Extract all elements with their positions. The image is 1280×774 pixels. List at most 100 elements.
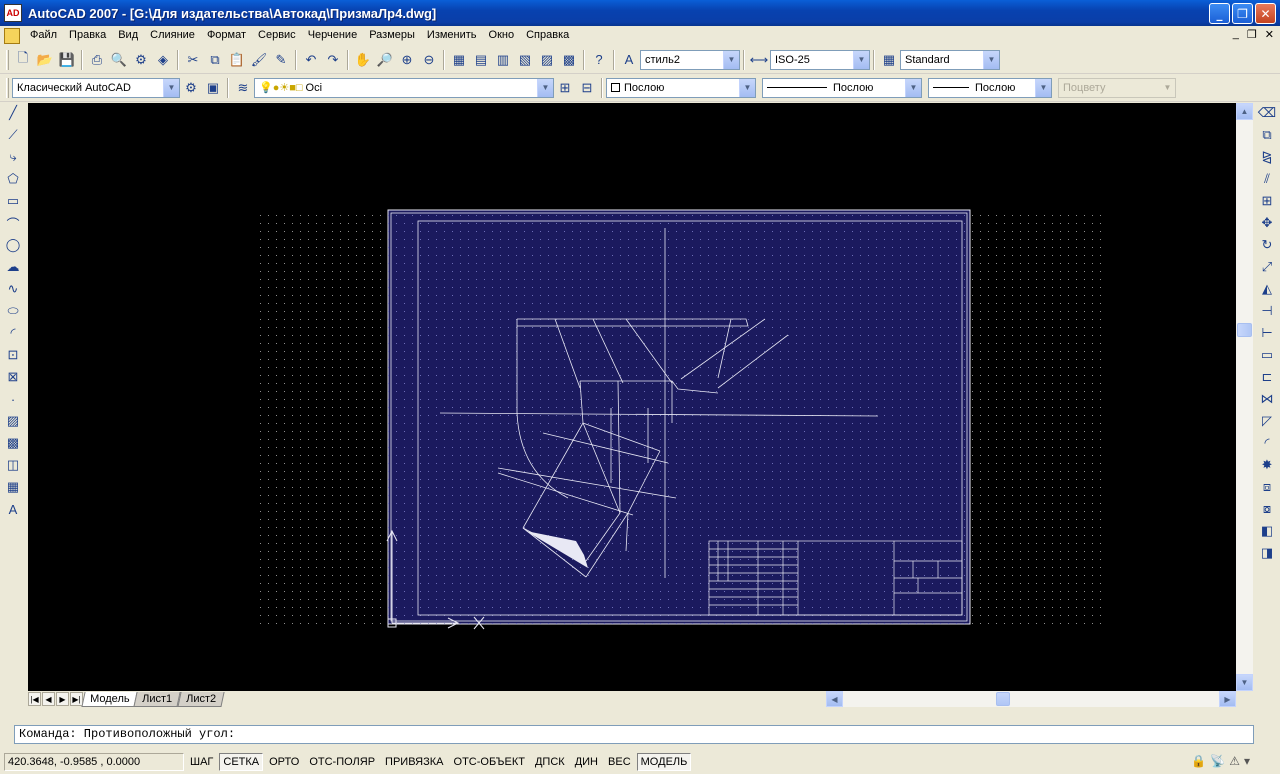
drawing-canvas[interactable] [28,103,1236,691]
ortho-toggle[interactable]: ОРТО [265,753,303,771]
insert-block-icon[interactable]: ⊡ [1,344,25,366]
chevron-down-icon[interactable]: ▼ [1035,78,1051,97]
menu-modify[interactable]: Изменить [421,27,483,44]
my-workspace-icon[interactable]: ▣ [202,77,224,99]
workspace-select[interactable]: Класический AutoCAD ▼ [12,77,180,98]
trim-icon[interactable]: ⊣ [1255,300,1279,322]
save-icon[interactable]: 💾 [56,49,78,71]
cut-icon[interactable]: ✂ [182,49,204,71]
scale-icon[interactable]: ⤢ [1255,256,1279,278]
bring-above-icon[interactable]: ◧ [1255,520,1279,542]
rectangle-icon[interactable]: ▭ [1,190,25,212]
arc-icon[interactable]: ⌒ [1,212,25,234]
lineweight-select[interactable]: Послою ▼ [928,77,1052,98]
point-icon[interactable]: · [1,388,25,410]
communication-center-icon[interactable]: 📡 [1210,754,1225,768]
stretch-icon[interactable]: ◭ [1255,278,1279,300]
table-icon[interactable]: ▦ [1,476,25,498]
chamfer-icon[interactable]: ◸ [1255,410,1279,432]
markup-icon[interactable]: ▨ [536,49,558,71]
3d-dwf-icon[interactable]: ◈ [152,49,174,71]
chevron-down-icon[interactable]: ▼ [905,78,921,97]
tool-palettes-icon[interactable]: ▥ [492,49,514,71]
tab-layout1[interactable]: Лист1 [133,691,182,707]
fillet-icon[interactable]: ◜ [1255,432,1279,454]
spline-icon[interactable]: ∿ [1,278,25,300]
table-style-select[interactable]: Standard ▼ [900,49,1000,70]
minimize-button[interactable]: _ [1209,3,1230,24]
polar-toggle[interactable]: ОТС-ПОЛЯР [305,753,379,771]
layer-properties-icon[interactable]: ≋ [232,77,254,99]
scroll-up-icon[interactable]: ▲ [1236,103,1253,120]
zoom-window-icon[interactable]: ⊕ [396,49,418,71]
model-toggle[interactable]: МОДЕЛЬ [636,753,692,771]
scroll-left-icon[interactable]: ◀ [826,691,843,707]
send-to-back-icon[interactable]: ⧇ [1255,498,1279,520]
first-tab-icon[interactable]: |◀ [28,692,41,706]
tab-layout2[interactable]: Лист2 [176,691,225,707]
text-style-select[interactable]: стиль2 ▼ [640,49,740,70]
circle-icon[interactable]: ◯ [1,234,25,256]
open-icon[interactable]: 📂 [34,49,56,71]
osnap-toggle[interactable]: ПРИВЯЗКА [381,753,447,771]
match-properties-icon[interactable]: 🖌 [248,49,270,71]
doc-close-icon[interactable]: ✕ [1265,28,1274,41]
drawing-svg[interactable] [28,103,1236,691]
gradient-icon[interactable]: ▩ [1,432,25,454]
lineweight-toggle[interactable]: ВЕС [604,753,635,771]
zoom-realtime-icon[interactable]: 🔎 [374,49,396,71]
prev-tab-icon[interactable]: ◀ [42,692,55,706]
next-tab-icon[interactable]: ▶ [56,692,69,706]
layer-select[interactable]: 💡●☀■□ Oci ▼ [254,77,554,98]
ducs-toggle[interactable]: ДПСК [531,753,569,771]
copy-object-icon[interactable]: ⧉ [1255,124,1279,146]
grid-toggle[interactable]: СЕТКА [219,753,264,771]
autocad-app-icon[interactable]: AD [4,4,22,22]
dim-style-select[interactable]: ISO-25 ▼ [770,49,870,70]
color-select[interactable]: Послою ▼ [606,77,756,98]
chevron-down-icon[interactable]: ▼ [983,50,999,69]
revision-cloud-icon[interactable]: ☁ [1,256,25,278]
coordinates-display[interactable]: 420.3648, -0.9585 , 0.0000 [4,753,184,771]
menu-view[interactable]: Вид [112,27,144,44]
join-icon[interactable]: ⋈ [1255,388,1279,410]
publish-icon[interactable]: ⚙ [130,49,152,71]
properties-icon[interactable]: ▦ [448,49,470,71]
menu-edit[interactable]: Правка [63,27,112,44]
menu-draw[interactable]: Черчение [302,27,364,44]
dyn-toggle[interactable]: ДИН [571,753,602,771]
polygon-icon[interactable]: ⬠ [1,168,25,190]
menu-dimension[interactable]: Размеры [363,27,421,44]
undo-icon[interactable]: ↶ [300,49,322,71]
toolbar-grip[interactable] [6,49,9,70]
sheet-set-icon[interactable]: ▧ [514,49,536,71]
zoom-previous-icon[interactable]: ⊖ [418,49,440,71]
dim-style-icon[interactable]: ⟷ [748,49,770,71]
help-icon[interactable]: ? [588,49,610,71]
paste-icon[interactable]: 📋 [226,49,248,71]
toolbar-grip[interactable] [6,77,9,98]
explode-icon[interactable]: ✸ [1255,454,1279,476]
snap-toggle[interactable]: ШАГ [186,753,217,771]
extend-icon[interactable]: ⊢ [1255,322,1279,344]
menu-help[interactable]: Справка [520,27,575,44]
chevron-down-icon[interactable]: ▼ [163,78,179,97]
tab-model[interactable]: Модель [81,691,139,707]
workspace-settings-icon[interactable]: ⚙ [180,77,202,99]
array-icon[interactable]: ⊞ [1255,190,1279,212]
send-under-icon[interactable]: ◨ [1255,542,1279,564]
vertical-scroll-thumb[interactable] [1237,323,1252,337]
offset-icon[interactable]: ⫽ [1255,168,1279,190]
line-icon[interactable]: ╱ [1,102,25,124]
scroll-down-icon[interactable]: ▼ [1236,674,1253,691]
chevron-down-icon[interactable]: ▼ [537,78,553,97]
chevron-down-icon[interactable]: ▼ [723,50,739,69]
chevron-down-icon[interactable]: ▼ [853,50,869,69]
mirror-icon[interactable]: ⧎ [1255,146,1279,168]
ellipse-arc-icon[interactable]: ◜ [1,322,25,344]
break-icon[interactable]: ⊏ [1255,366,1279,388]
status-menu-icon[interactable]: ▾ [1244,754,1250,768]
doc-restore-icon[interactable]: ❐ [1247,28,1257,41]
doc-minimize-icon[interactable]: _ [1233,28,1239,41]
close-button[interactable]: ✕ [1255,3,1276,24]
